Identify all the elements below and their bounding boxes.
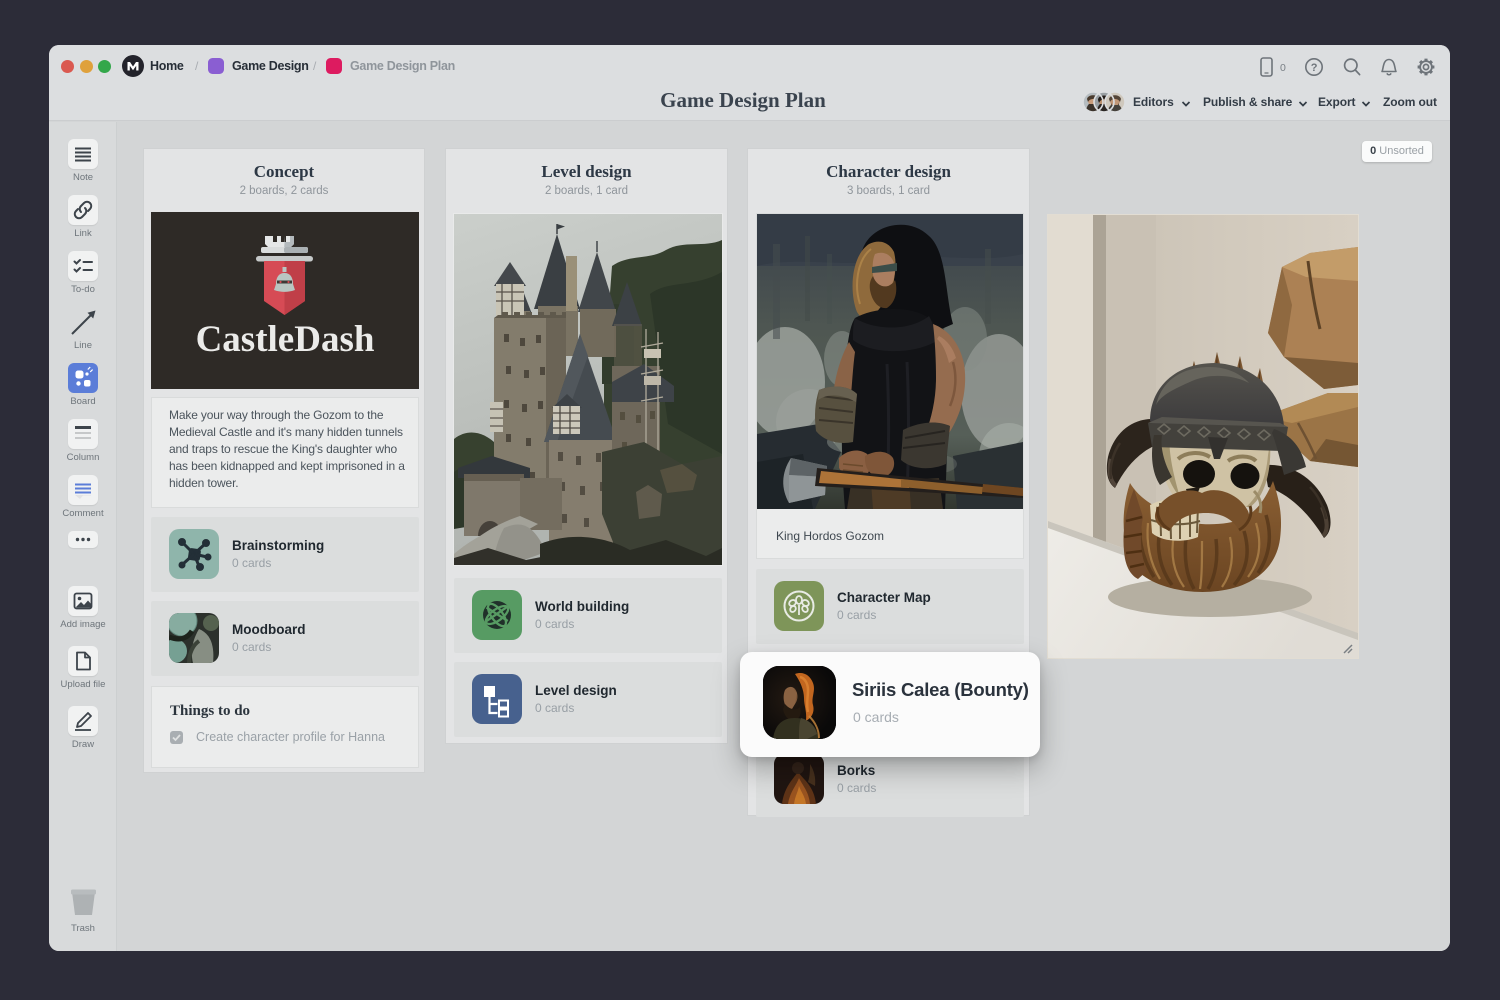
svg-text:CastleDash: CastleDash <box>196 319 375 360</box>
svg-text:?: ? <box>1311 62 1318 74</box>
svg-text:0: 0 <box>1280 62 1286 74</box>
